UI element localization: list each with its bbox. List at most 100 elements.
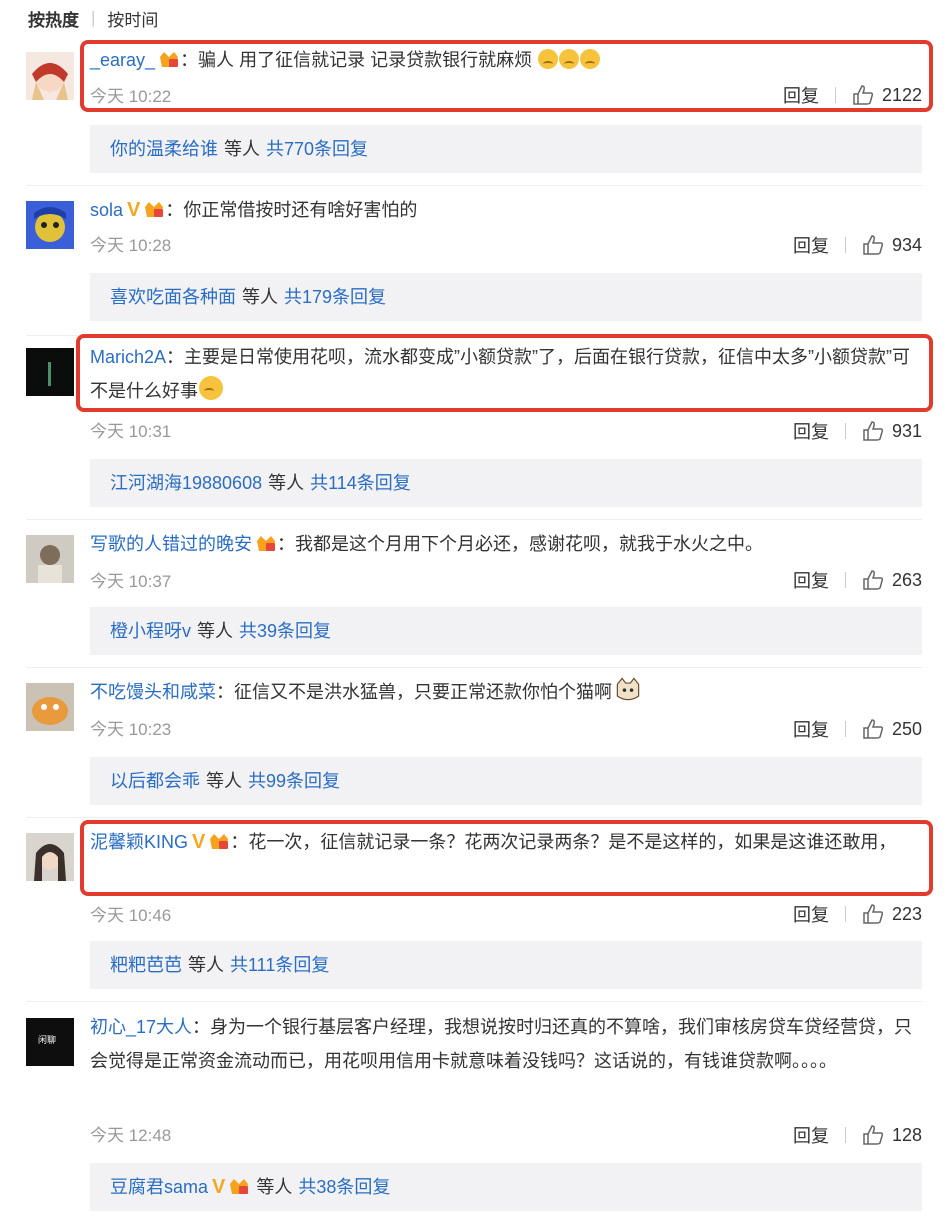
divider: [26, 667, 922, 668]
action-divider: [844, 721, 846, 737]
username[interactable]: 不吃馒头和咸菜: [90, 682, 216, 702]
timestamp: 今天 10:46: [90, 906, 172, 925]
sweat-face-icon: [199, 376, 223, 400]
reply-summary[interactable]: 豆腐君sama V 等人 共38条回复: [90, 1163, 922, 1211]
divider: [26, 519, 922, 520]
reply-button[interactable]: 回复: [793, 418, 829, 444]
reply-button[interactable]: 回复: [793, 716, 829, 742]
action-divider: [844, 1127, 846, 1143]
avatar[interactable]: [26, 348, 74, 396]
comment-text: ：征信又不是洪水猛兽，只要正常还款你怕个猫啊: [216, 682, 612, 702]
upside-down-smile-icon: [580, 49, 601, 69]
comment-text: ：花一次，征信就记录一条？花两次记录两条？是不是这样的，如果是这谁还敢用，: [230, 832, 897, 852]
reply-count-link[interactable]: 共38条回复: [298, 1177, 390, 1197]
reply-summary[interactable]: 你的温柔给谁 等人 共770条回复: [90, 125, 922, 173]
reply-etc: 等人: [242, 287, 278, 307]
username[interactable]: Marich2A: [90, 347, 166, 367]
avatar[interactable]: [26, 683, 74, 731]
timestamp: 今天 12:48: [90, 1126, 172, 1145]
reply-user-link[interactable]: 橙小程呀v: [110, 621, 191, 641]
divider: [26, 1001, 922, 1002]
thumbs-up-icon[interactable]: [852, 84, 874, 106]
reply-count-link[interactable]: 共770条回复: [266, 139, 368, 159]
crown-badge-icon: [145, 202, 164, 217]
cat-face-icon: [616, 677, 640, 701]
reply-count-link[interactable]: 共179条回复: [284, 287, 386, 307]
crown-badge-icon: [210, 834, 229, 849]
timestamp: 今天 10:22: [90, 87, 172, 106]
avatar[interactable]: 闲聊: [26, 1018, 74, 1066]
reply-count-link[interactable]: 共114条回复: [310, 473, 411, 493]
reply-button[interactable]: 回复: [793, 901, 829, 927]
like-count: 2122: [881, 84, 922, 105]
comment-text: ：你正常借按时还有啥好害怕的: [165, 200, 418, 220]
crown-badge-icon: [257, 536, 275, 551]
reply-summary[interactable]: 橙小程呀v 等人 共39条回复: [90, 607, 922, 655]
reply-count-link[interactable]: 共111条回复: [230, 955, 329, 975]
avatar[interactable]: [26, 52, 74, 100]
action-divider: [844, 423, 846, 439]
username[interactable]: 初心_17大人: [90, 1017, 192, 1037]
username[interactable]: sola: [90, 200, 123, 220]
reply-summary[interactable]: 喜欢吃面各种面 等人 共179条回复: [90, 273, 922, 321]
like-count: 934: [891, 234, 922, 255]
timestamp: 今天 10:28: [90, 236, 172, 255]
username[interactable]: _earay_: [90, 50, 155, 70]
avatar[interactable]: [26, 201, 74, 249]
sort-divider: |: [91, 8, 96, 27]
timestamp: 今天 10:23: [90, 720, 172, 739]
like-count: 263: [891, 569, 922, 590]
reply-button[interactable]: 回复: [783, 82, 819, 108]
verified-v-icon: V: [192, 831, 206, 853]
like-count: 931: [891, 420, 922, 441]
thumbs-up-icon[interactable]: [862, 234, 884, 256]
action-divider: [844, 906, 846, 922]
like-count: 250: [891, 718, 922, 739]
comment-text: ：我都是这个月用下个月必还，感谢花呗，就我于水火之中。: [277, 534, 763, 554]
username[interactable]: 泥馨颖KING: [90, 832, 188, 852]
action-divider: [844, 572, 846, 588]
avatar[interactable]: [26, 535, 74, 583]
verified-v-icon: V: [127, 199, 141, 221]
reply-etc: 等人: [224, 139, 260, 159]
thumbs-up-icon[interactable]: [862, 1124, 884, 1146]
timestamp: 今天 10:31: [90, 422, 172, 441]
username[interactable]: 写歌的人错过的晚安: [90, 534, 252, 554]
reply-etc: 等人: [268, 473, 305, 493]
like-count: 128: [891, 1124, 922, 1145]
timestamp: 今天 10:37: [90, 572, 172, 591]
reply-button[interactable]: 回复: [793, 232, 829, 258]
sort-bar: 按热度 | 按时间: [28, 6, 158, 30]
upside-down-smile-icon: [559, 49, 580, 69]
crown-badge-icon: [160, 52, 179, 67]
sort-by-hot-tab[interactable]: 按热度: [28, 6, 79, 31]
reply-summary[interactable]: 粑粑芭芭 等人 共111条回复: [90, 941, 922, 989]
sort-by-time-tab[interactable]: 按时间: [107, 6, 158, 31]
avatar[interactable]: [26, 833, 74, 881]
reply-etc: 等人: [206, 771, 242, 791]
reply-etc: 等人: [256, 1177, 293, 1197]
reply-user-link[interactable]: 江河湖海19880608: [110, 473, 262, 493]
reply-user-link[interactable]: 粑粑芭芭: [110, 955, 182, 975]
thumbs-up-icon[interactable]: [862, 569, 884, 591]
divider: [26, 185, 922, 186]
reply-button[interactable]: 回复: [793, 567, 829, 593]
reply-count-link[interactable]: 共99条回复: [248, 771, 340, 791]
reply-user-link[interactable]: 以后都会乖: [110, 771, 200, 791]
divider: [26, 817, 922, 818]
reply-user-link[interactable]: 豆腐君sama: [110, 1177, 208, 1197]
reply-user-link[interactable]: 喜欢吃面各种面: [110, 287, 236, 307]
reply-summary[interactable]: 江河湖海19880608 等人 共114条回复: [90, 459, 922, 507]
crown-badge-icon: [230, 1179, 249, 1194]
verified-v-icon: V: [212, 1176, 226, 1198]
reply-count-link[interactable]: 共39条回复: [239, 621, 331, 641]
avatar-label: 闲聊: [38, 1035, 57, 1045]
thumbs-up-icon[interactable]: [862, 420, 884, 442]
reply-user-link[interactable]: 你的温柔给谁: [110, 139, 218, 159]
thumbs-up-icon[interactable]: [862, 903, 884, 925]
reply-button[interactable]: 回复: [793, 1122, 829, 1148]
action-divider: [844, 237, 846, 253]
reply-summary[interactable]: 以后都会乖 等人 共99条回复: [90, 757, 922, 805]
comment-text: ：骗人 用了征信就记录 记录贷款银行就麻烦: [180, 50, 538, 70]
thumbs-up-icon[interactable]: [862, 718, 884, 740]
